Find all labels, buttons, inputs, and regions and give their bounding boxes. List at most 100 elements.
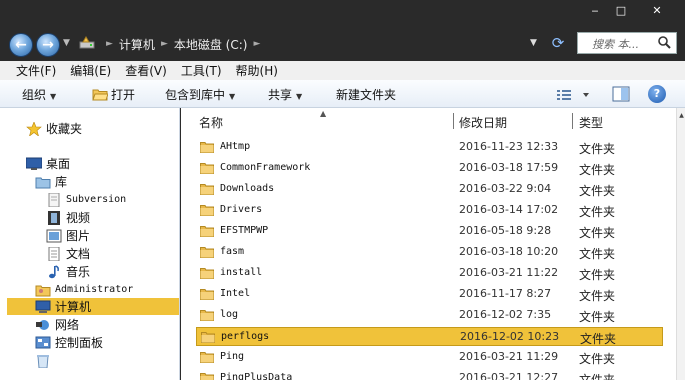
file-name: EFSTMPWP: [220, 225, 269, 236]
back-button[interactable]: ←: [9, 33, 33, 57]
nav-recycle-bin[interactable]: [35, 352, 55, 369]
search-icon[interactable]: [657, 35, 672, 50]
nav-network-label: 网络: [55, 318, 80, 332]
breadcrumb-separator[interactable]: ►: [253, 39, 260, 49]
file-name: PingPlusData: [220, 372, 293, 380]
file-type: 文件夹: [579, 247, 616, 261]
open-button[interactable]: 打开: [92, 86, 135, 103]
column-modified[interactable]: 修改日期: [459, 114, 507, 131]
file-type: 文件夹: [579, 289, 616, 303]
nav-libraries[interactable]: 库: [35, 173, 67, 190]
vertical-scrollbar[interactable]: ▲: [676, 108, 685, 380]
chevron-down-icon: ▼: [296, 92, 303, 101]
file-modified-date: 2016-03-18 17:59: [459, 161, 559, 174]
file-modified-date: 2016-03-18 10:20: [459, 245, 559, 258]
file-modified-date: 2016-12-02 7:35: [459, 308, 552, 321]
close-button[interactable]: ✕: [644, 2, 670, 20]
file-row[interactable]: AHtmp 2016-11-23 12:33 文件夹: [196, 138, 663, 157]
column-divider[interactable]: [572, 113, 573, 129]
new-folder-button[interactable]: 新建文件夹: [336, 86, 396, 103]
nav-desktop[interactable]: 桌面: [26, 155, 70, 172]
view-options-button[interactable]: [555, 87, 595, 103]
nav-pictures-label: 图片: [66, 229, 91, 243]
organize-button[interactable]: 组织 ▼: [22, 86, 56, 103]
file-modified-date: 2016-05-18 9:28: [459, 224, 552, 237]
minimize-button[interactable]: ‒: [582, 2, 608, 20]
file-row[interactable]: Drivers 2016-03-14 17:02 文件夹: [196, 201, 663, 220]
nav-subversion[interactable]: Subversion: [46, 191, 126, 208]
column-name[interactable]: 名称: [199, 114, 223, 131]
library-icon: [35, 177, 51, 188]
file-name: install: [220, 267, 263, 278]
file-row[interactable]: CommonFramework 2016-03-18 17:59 文件夹: [196, 159, 663, 178]
file-row[interactable]: perflogs 2016-12-02 10:23 文件夹: [196, 327, 663, 346]
maximize-button[interactable]: □: [608, 2, 634, 20]
address-dropdown[interactable]: ▼: [530, 38, 537, 48]
nav-music[interactable]: 音乐: [46, 263, 90, 280]
arrow-right-icon: →: [42, 37, 54, 53]
computer-icon: [35, 300, 51, 313]
nav-computer[interactable]: 计算机: [7, 298, 179, 315]
organize-label: 组织: [22, 88, 47, 102]
help-button[interactable]: ?: [648, 85, 666, 103]
file-type: 文件夹: [579, 142, 616, 156]
column-type[interactable]: 类型: [579, 114, 603, 131]
file-row[interactable]: install 2016-03-21 11:22 文件夹: [196, 264, 663, 283]
nav-subversion-label: Subversion: [66, 194, 127, 205]
file-type: 文件夹: [579, 373, 616, 380]
breadcrumb-separator[interactable]: ►: [161, 39, 168, 49]
nav-administrator[interactable]: Administrator: [35, 281, 133, 298]
preview-pane-icon: [612, 86, 630, 102]
file-row[interactable]: Ping 2016-03-21 11:29 文件夹: [196, 348, 663, 367]
folder-icon: [200, 310, 214, 321]
nav-music-label: 音乐: [66, 265, 91, 279]
file-row[interactable]: PingPlusData 2016-03-21 12:27 文件夹: [196, 369, 663, 380]
folder-icon: [201, 332, 215, 343]
control-panel-icon: [35, 336, 51, 348]
breadcrumb-local-disk[interactable]: 本地磁盘 (C:): [174, 36, 248, 53]
refresh-icon[interactable]: ⟳: [549, 34, 567, 52]
search-placeholder: 搜索 本...: [592, 38, 639, 51]
scroll-up-arrow[interactable]: ▲: [677, 112, 685, 119]
breadcrumb-separator[interactable]: ►: [106, 39, 113, 49]
nav-pictures[interactable]: 图片: [46, 227, 90, 244]
menu-help[interactable]: 帮助(H): [236, 62, 278, 79]
film-icon: [48, 210, 60, 225]
file-row[interactable]: Intel 2016-11-17 8:27 文件夹: [196, 285, 663, 304]
nav-network[interactable]: 网络: [35, 316, 79, 333]
nav-libraries-label: 库: [55, 175, 68, 189]
folder-icon: [200, 184, 214, 195]
file-row[interactable]: log 2016-12-02 7:35 文件夹: [196, 306, 663, 325]
file-type: 文件夹: [579, 268, 616, 282]
desktop-icon: [26, 157, 42, 170]
menu-tools[interactable]: 工具(T): [181, 62, 222, 79]
menu-edit[interactable]: 编辑(E): [70, 62, 111, 79]
nav-control-panel[interactable]: 控制面板: [35, 334, 103, 351]
file-name: CommonFramework: [220, 162, 311, 173]
document-icon: [48, 246, 60, 261]
nav-videos[interactable]: 视频: [46, 209, 90, 226]
column-divider[interactable]: [453, 113, 454, 129]
preview-pane-button[interactable]: [612, 86, 630, 102]
folder-icon: [200, 226, 214, 237]
file-row[interactable]: fasm 2016-03-18 10:20 文件夹: [196, 243, 663, 262]
file-row[interactable]: EFSTMPWP 2016-05-18 9:28 文件夹: [196, 222, 663, 241]
file-row[interactable]: Downloads 2016-03-22 9:04 文件夹: [196, 180, 663, 199]
nav-documents[interactable]: 文档: [46, 245, 90, 262]
nav-favorites[interactable]: 收藏夹: [26, 120, 82, 137]
breadcrumb-computer[interactable]: 计算机: [119, 36, 155, 53]
nav-desktop-label: 桌面: [46, 157, 71, 171]
menu-view[interactable]: 查看(V): [125, 62, 167, 79]
breadcrumb[interactable]: ► 计算机 ► 本地磁盘 (C:) ►: [100, 35, 266, 53]
recent-pages-dropdown[interactable]: ▼: [63, 38, 70, 48]
share-button[interactable]: 共享 ▼: [268, 86, 302, 103]
include-in-library-button[interactable]: 包含到库中 ▼: [165, 86, 235, 103]
recycle-bin-icon: [37, 354, 49, 368]
search-input[interactable]: 搜索 本...: [577, 32, 677, 54]
forward-button[interactable]: →: [36, 33, 60, 57]
menu-file[interactable]: 文件(F): [16, 62, 56, 79]
file-name: fasm: [220, 246, 245, 257]
nav-administrator-label: Administrator: [55, 284, 134, 295]
document-icon: [48, 192, 60, 207]
open-label: 打开: [111, 88, 136, 102]
